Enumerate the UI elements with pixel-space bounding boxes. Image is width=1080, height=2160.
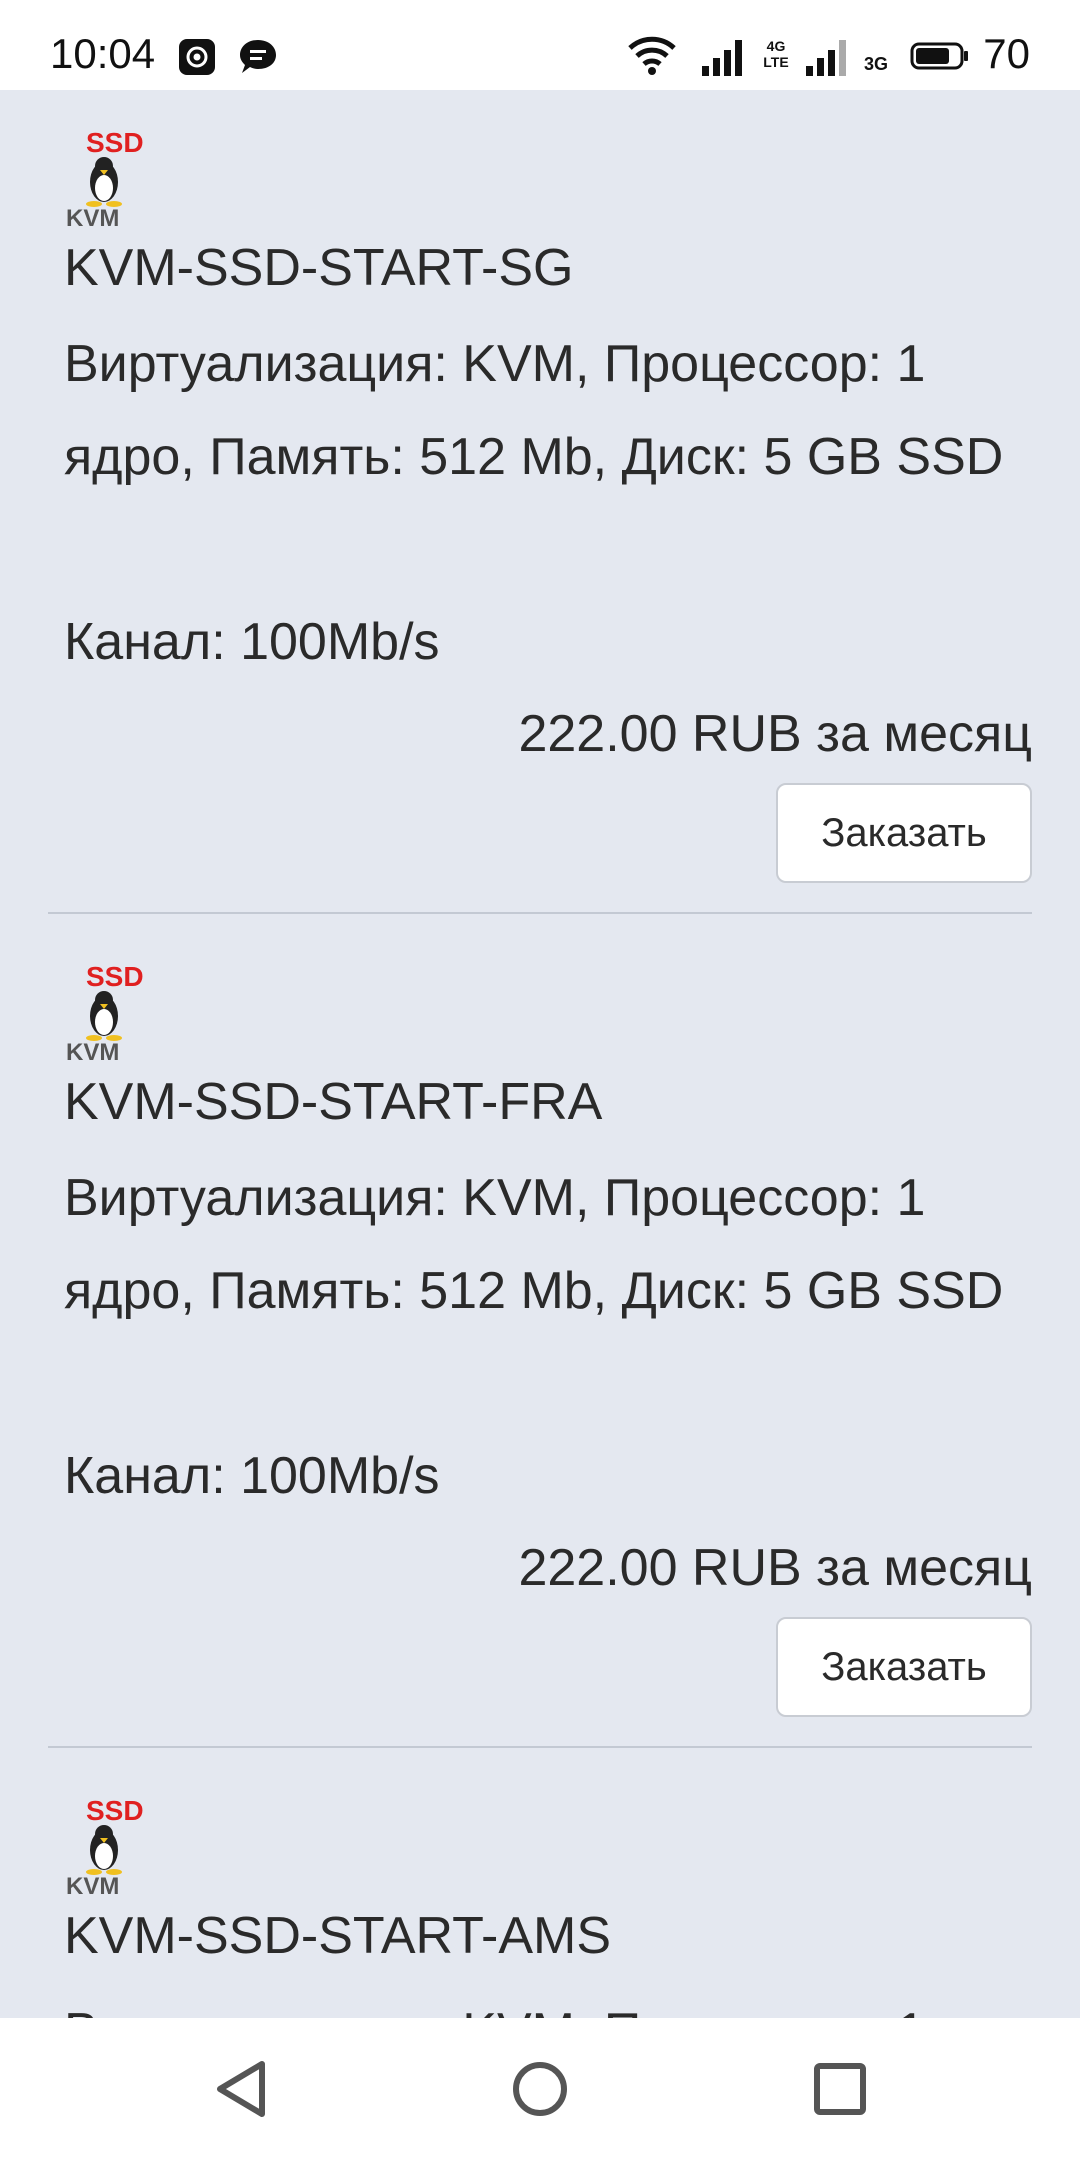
signal-strength-2-icon <box>806 40 846 76</box>
at-sign-notification-icon <box>179 39 215 75</box>
plan-card: SSD KVM KVM-SSD-START-AMS Виртуализация:… <box>48 1758 1032 2018</box>
plan-price: 222.00 RUB за месяц <box>518 1539 1032 1597</box>
order-button[interactable]: Заказать <box>776 783 1032 883</box>
order-button[interactable]: Заказать <box>776 1617 1032 1717</box>
plan-channel: Канал: 100Mb/s <box>64 613 440 671</box>
plan-name: KVM-SSD-START-SG <box>64 239 574 297</box>
kvm-ssd-logo-icon: SSD KVM <box>66 1795 144 1899</box>
plan-card: SSD KVM KVM-SSD-START-FRA Виртуализация:… <box>48 924 1032 1744</box>
clock: 10:04 <box>50 30 156 77</box>
logo-kvm-text: KVM <box>66 205 119 231</box>
battery-icon <box>910 42 968 70</box>
plan-description: Виртуализация: KVM, Процессор: 1 ядро, П… <box>64 335 1004 486</box>
home-icon[interactable] <box>505 2054 575 2124</box>
logo-kvm-text: KVM <box>66 1039 119 1065</box>
plan-description: Виртуализация: KVM, Процессор: 1 ядро, П… <box>64 1169 1004 1320</box>
signal-strength-icon <box>702 40 742 76</box>
plan-name: KVM-SSD-START-AMS <box>64 1907 612 1965</box>
plan-channel: Канал: 100Mb/s <box>64 1447 440 1505</box>
plan-price: 222.00 RUB за месяц <box>518 705 1032 763</box>
divider <box>48 1746 1032 1748</box>
chat-notification-icon <box>240 40 276 73</box>
navigation-bar <box>0 2018 1080 2160</box>
plan-name: KVM-SSD-START-FRA <box>64 1073 603 1131</box>
plan-description: Виртуализация: KVM, Процессор: 1 <box>64 1986 1024 2018</box>
status-bar: 10:04 4G LTE 3G 70 <box>0 0 1080 90</box>
logo-ssd-text: SSD <box>86 961 144 992</box>
network-type-4g: 4G LTE <box>763 38 789 70</box>
logo-ssd-text: SSD <box>86 127 144 158</box>
logo-ssd-text: SSD <box>86 1795 144 1826</box>
network-type-3g: 3G <box>864 54 889 74</box>
wifi-icon <box>628 36 676 75</box>
back-icon[interactable] <box>206 2054 276 2124</box>
recents-icon[interactable] <box>805 2054 875 2124</box>
kvm-ssd-logo-icon: SSD KVM <box>66 127 144 231</box>
kvm-ssd-logo-icon: SSD KVM <box>66 961 144 1065</box>
battery-percentage: 70 <box>983 30 1030 77</box>
plan-card: SSD KVM KVM-SSD-START-SG Виртуализация: … <box>48 90 1032 910</box>
logo-kvm-text: KVM <box>66 1873 119 1899</box>
divider <box>48 912 1032 914</box>
plans-list[interactable]: SSD KVM KVM-SSD-START-SG Виртуализация: … <box>0 90 1080 2018</box>
